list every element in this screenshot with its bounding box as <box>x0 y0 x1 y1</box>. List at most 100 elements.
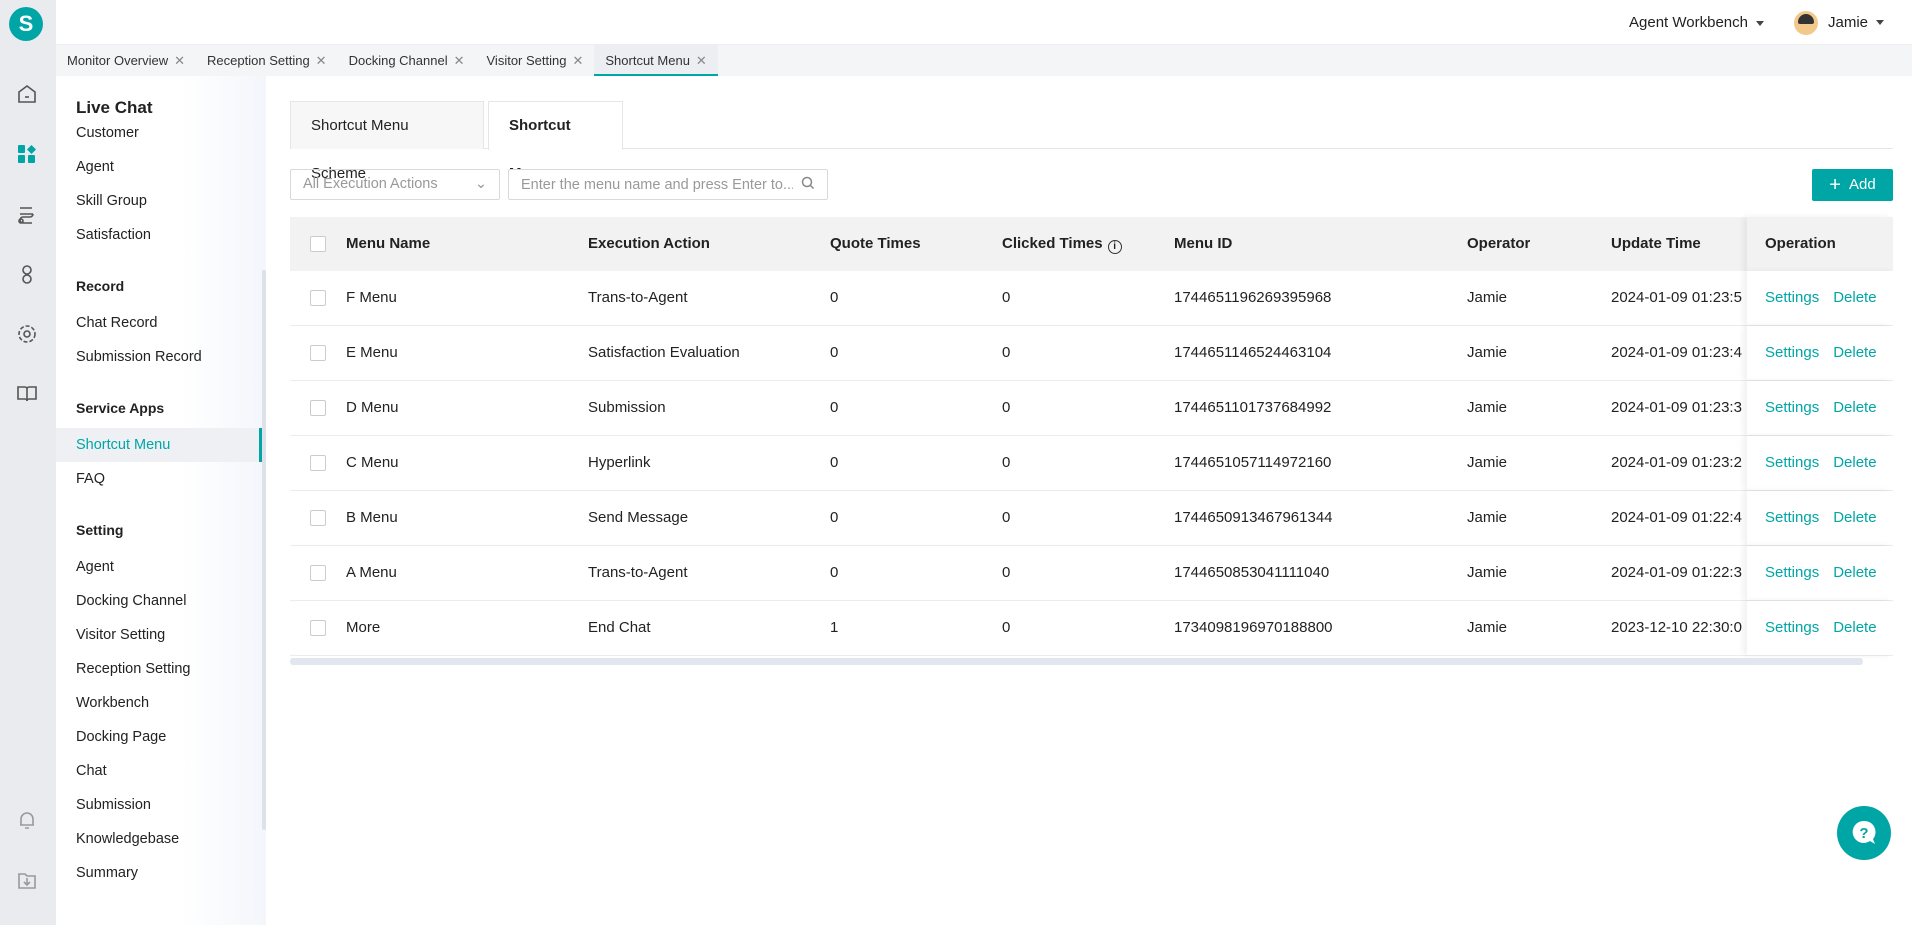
inner-tabs: Shortcut Menu Scheme Shortcut Menu <box>290 101 1893 182</box>
close-icon[interactable]: ✕ <box>572 53 583 68</box>
apps-icon[interactable] <box>13 140 41 168</box>
tab-shortcut-menu[interactable]: Shortcut Menu ✕ <box>594 45 718 76</box>
home-icon[interactable] <box>13 80 41 108</box>
cell: C Menu <box>346 454 399 471</box>
sidebar-group-title: Service Apps <box>76 400 165 416</box>
help-button[interactable]: ? <box>1837 806 1891 860</box>
close-icon[interactable]: ✕ <box>316 53 327 68</box>
delete-link[interactable]: Delete <box>1833 454 1876 471</box>
sidebar-item-skill-group[interactable]: Skill Group <box>56 184 260 218</box>
sidebar-item-agent[interactable]: Agent <box>56 550 260 584</box>
menu-search-input[interactable] <box>508 169 828 200</box>
cell: 0 <box>1002 564 1011 581</box>
table-row: A Menu Trans-to-Agent 0 0 174465085304111104… <box>290 546 1893 601</box>
row-checkbox[interactable] <box>310 510 326 526</box>
row-checkbox[interactable] <box>310 345 326 361</box>
tab-shortcut-menu-scheme[interactable]: Shortcut Menu Scheme <box>290 101 484 182</box>
sidebar-item-docking-page[interactable]: Docking Page <box>56 720 260 754</box>
delete-link[interactable]: Delete <box>1833 399 1876 416</box>
tab-monitor-overview[interactable]: Monitor Overview ✕ <box>56 45 196 76</box>
settings-link[interactable]: Settings <box>1765 399 1819 416</box>
sidebar-item-reception-setting[interactable]: Reception Setting <box>56 652 260 686</box>
bell-icon[interactable] <box>13 806 41 834</box>
close-icon[interactable]: ✕ <box>454 53 465 68</box>
gear-icon[interactable] <box>13 320 41 348</box>
cell: 0 <box>830 454 839 471</box>
row-checkbox[interactable] <box>310 620 326 636</box>
header-menu-name: Menu Name <box>346 235 431 252</box>
table-row: More End Chat 1 0 1734098196970188800 Jamie 20… <box>290 601 1893 656</box>
select-all-checkbox[interactable] <box>310 236 326 252</box>
book-icon[interactable] <box>13 380 41 408</box>
row-checkbox[interactable] <box>310 455 326 471</box>
tab-visitor-setting[interactable]: Visitor Setting ✕ <box>476 45 595 76</box>
cell: 0 <box>1002 289 1011 306</box>
search-icon[interactable] <box>800 175 816 195</box>
route-icon[interactable] <box>13 200 41 228</box>
settings-link[interactable]: Settings <box>1765 454 1819 471</box>
delete-link[interactable]: Delete <box>1833 619 1876 636</box>
row-checkbox[interactable] <box>310 565 326 581</box>
table-row: F Menu Trans-to-Agent 0 0 174465119626939596… <box>290 271 1893 326</box>
sidebar-item-submission[interactable]: Submission <box>56 788 260 822</box>
cell: 0 <box>830 399 839 416</box>
cell: 1 <box>830 619 839 636</box>
user-menu[interactable]: Jamie <box>1793 10 1884 35</box>
settings-link[interactable]: Settings <box>1765 619 1819 636</box>
settings-link[interactable]: Settings <box>1765 509 1819 526</box>
table-row: C Menu Hyperlink 0 0 1744651057114972160 Jami… <box>290 436 1893 491</box>
header-operation: Operation <box>1765 235 1836 252</box>
sidebar-item-visitor-setting[interactable]: Visitor Setting <box>56 618 260 652</box>
cell: Send Message <box>588 509 689 526</box>
execution-action-select[interactable]: All Execution Actions ⌄ <box>290 169 500 200</box>
delete-link[interactable]: Delete <box>1833 564 1876 581</box>
sidebar-item-knowledgebase[interactable]: Knowledgebase <box>56 822 260 856</box>
settings-link[interactable]: Settings <box>1765 344 1819 361</box>
settings-link[interactable]: Settings <box>1765 289 1819 306</box>
info-icon[interactable]: i <box>1107 240 1122 254</box>
table-horizontal-scrollbar[interactable] <box>290 658 1863 665</box>
cell: 2024-01-09 01:23:3 <box>1611 399 1742 416</box>
tab-reception-setting[interactable]: Reception Setting ✕ <box>196 45 338 76</box>
close-icon[interactable]: ✕ <box>174 53 185 68</box>
add-button[interactable]: + Add <box>1812 169 1893 201</box>
header-operator: Operator <box>1467 235 1531 252</box>
cell: 0 <box>1002 344 1011 361</box>
sidebar-item-chat-record[interactable]: Chat Record <box>56 306 260 340</box>
sidebar-item-shortcut-menu[interactable]: Shortcut Menu <box>56 428 262 462</box>
row-checkbox[interactable] <box>310 290 326 306</box>
delete-link[interactable]: Delete <box>1833 344 1876 361</box>
sidebar-item-submission-record[interactable]: Submission Record <box>56 340 260 374</box>
close-icon[interactable]: ✕ <box>696 53 707 68</box>
sidebar-item-customer[interactable]: Customer <box>56 116 260 150</box>
user-icon[interactable] <box>13 260 41 288</box>
delete-link[interactable]: Delete <box>1833 289 1876 306</box>
workbench-dropdown[interactable]: Agent Workbench <box>1629 14 1764 31</box>
cell: Hyperlink <box>588 454 651 471</box>
cell: 1744651101737684992 <box>1174 399 1332 416</box>
sidebar-item-satisfaction[interactable]: Satisfaction <box>56 218 260 252</box>
tab-shortcut-menu-list[interactable]: Shortcut Menu <box>488 101 623 182</box>
sidebar-item-faq[interactable]: FAQ <box>56 462 260 496</box>
sidebar-scrollbar[interactable] <box>262 270 266 830</box>
tab-docking-channel[interactable]: Docking Channel ✕ <box>338 45 476 76</box>
sidebar-item-docking-channel[interactable]: Docking Channel <box>56 584 260 618</box>
cell: 1744651196269395968 <box>1174 289 1332 306</box>
cell: More <box>346 619 381 636</box>
sidebar-item-agent[interactable]: Agent <box>56 150 260 184</box>
row-checkbox[interactable] <box>310 400 326 416</box>
sidebar-item-chat[interactable]: Chat <box>56 754 260 788</box>
delete-link[interactable]: Delete <box>1833 509 1876 526</box>
cell: Trans-to-Agent <box>588 564 688 581</box>
cell: Jamie <box>1467 399 1508 416</box>
cell: 1744650853041111040 <box>1174 564 1330 581</box>
app-logo: S <box>9 7 43 41</box>
settings-link[interactable]: Settings <box>1765 564 1819 581</box>
sidebar-item-workbench[interactable]: Workbench <box>56 686 260 720</box>
table-row: B Menu Send Message 0 0 1744650913467961344 J… <box>290 491 1893 546</box>
cell: 0 <box>1002 399 1011 416</box>
cell: F Menu <box>346 289 397 306</box>
cell: 0 <box>1002 619 1011 636</box>
sidebar-item-summary[interactable]: Summary <box>56 856 260 890</box>
download-icon[interactable] <box>13 866 41 894</box>
